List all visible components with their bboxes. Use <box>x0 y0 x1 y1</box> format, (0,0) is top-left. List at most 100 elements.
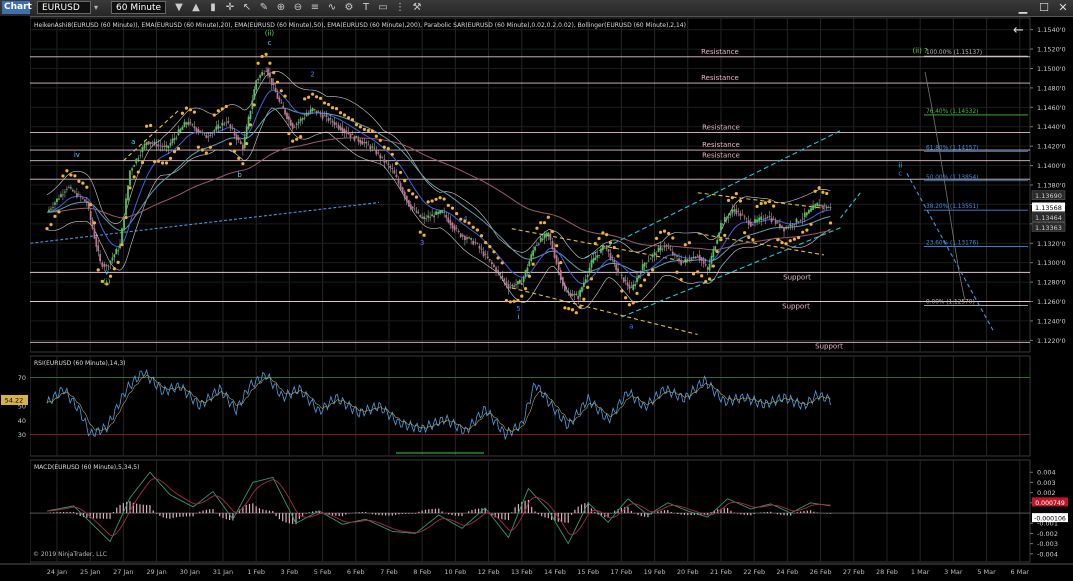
candle-body <box>459 233 462 237</box>
candle-body <box>505 281 508 286</box>
candle-body <box>468 237 470 239</box>
sar-dot <box>776 238 780 242</box>
sar-dot <box>574 311 578 315</box>
wave-label: v <box>105 268 109 276</box>
sar-dot <box>589 277 594 281</box>
candle-body <box>756 219 758 222</box>
candle-body <box>577 295 580 299</box>
sar-dot <box>164 161 169 165</box>
candle-body <box>383 159 386 163</box>
sar-dot <box>704 279 708 284</box>
candle-body <box>488 259 491 261</box>
sar-dot <box>719 238 723 242</box>
sar-dot <box>334 107 339 111</box>
candle-body <box>723 217 726 222</box>
candle-body <box>716 239 719 244</box>
sar-dot <box>631 301 635 305</box>
sar-dot <box>683 243 687 247</box>
candle-body <box>641 264 644 271</box>
candle-body <box>557 262 560 270</box>
sar-dot <box>422 233 426 237</box>
candle-body <box>301 118 304 120</box>
wave-label: c <box>268 39 272 47</box>
y-tick-label: 1.1520'0 <box>1037 46 1066 54</box>
chart-area[interactable]: 24 Jan 25 Jan 27 Jan 29 Jan 30 Jan 31 Jan 1 Fe… <box>0 0 1073 581</box>
candle-body <box>71 190 74 192</box>
candle-body <box>425 218 428 220</box>
candle-body <box>555 255 558 264</box>
sar-dot <box>535 226 539 230</box>
wave-label: (i) <box>103 278 111 286</box>
candle-body <box>403 191 406 198</box>
candle-body <box>472 240 475 245</box>
sar-dot <box>817 186 821 190</box>
candle-body <box>785 227 788 229</box>
candle-body <box>171 138 174 143</box>
candle-body <box>309 109 312 113</box>
candle-body <box>632 284 635 290</box>
candle-body <box>81 197 84 199</box>
candle-body <box>195 127 198 132</box>
rsi-y-tick-label: 40 <box>18 417 26 425</box>
sar-dot <box>260 54 264 59</box>
sar-dot <box>597 236 601 241</box>
sar-dot <box>627 303 632 307</box>
sar-dot <box>707 277 712 281</box>
candle-body <box>630 287 633 289</box>
candle-body <box>453 225 456 231</box>
price-panel-header: HeikenAshi8(EURUSD (60 Minute)), EMA(EUR… <box>34 22 686 29</box>
candle-body <box>704 264 707 266</box>
candle-body <box>622 277 625 283</box>
sar-dot <box>418 230 422 234</box>
candle-body <box>297 121 300 124</box>
candle-body <box>603 247 606 249</box>
sar-dot <box>307 95 311 99</box>
rsi-current-label: 54.22 <box>5 396 24 404</box>
macd-y-tick-label: 0.002 <box>1037 489 1056 497</box>
candle-body <box>141 147 144 153</box>
candle-body <box>111 257 114 261</box>
candle-body <box>167 145 170 149</box>
candle-body <box>399 183 402 190</box>
sar-dot <box>287 131 291 136</box>
sar-dot <box>411 192 415 196</box>
sar-dot <box>342 113 347 117</box>
candle-body <box>541 238 544 241</box>
x-tick-label: 15 Feb <box>577 568 599 576</box>
candle-body <box>56 198 58 203</box>
sar-dot <box>358 125 363 129</box>
candle-body <box>327 118 330 121</box>
candle-body <box>511 284 514 287</box>
sar-dot <box>679 277 683 282</box>
candle-body <box>243 136 246 149</box>
sar-dot <box>734 192 738 196</box>
candle-body <box>239 141 242 145</box>
sar-dot <box>275 80 280 84</box>
candle-body <box>536 244 538 246</box>
candle-body <box>433 215 436 218</box>
candle-body <box>628 284 631 289</box>
candle-body <box>64 191 66 193</box>
candle-body <box>559 269 562 281</box>
candle-body <box>401 187 404 194</box>
sar-dot <box>796 236 801 240</box>
level-label: Resistance <box>701 74 739 82</box>
candle-body <box>507 284 510 290</box>
sar-dot <box>512 299 516 303</box>
price-label: 1.13690 <box>1035 192 1062 200</box>
candle-body <box>337 124 340 129</box>
candle-body <box>495 267 497 273</box>
candle-body <box>369 145 372 150</box>
sar-dot <box>612 245 616 250</box>
candle-body <box>770 217 773 223</box>
candle-body <box>269 73 271 78</box>
sar-dot <box>578 305 582 309</box>
candle-body <box>339 126 342 131</box>
candle-body <box>692 256 695 258</box>
sar-dot <box>172 150 177 154</box>
candle-body <box>377 152 380 154</box>
y-tick-label: 1.1280'0 <box>1037 279 1066 287</box>
candle-body <box>284 109 286 115</box>
sar-dot <box>291 139 295 143</box>
candle-body <box>203 132 206 134</box>
